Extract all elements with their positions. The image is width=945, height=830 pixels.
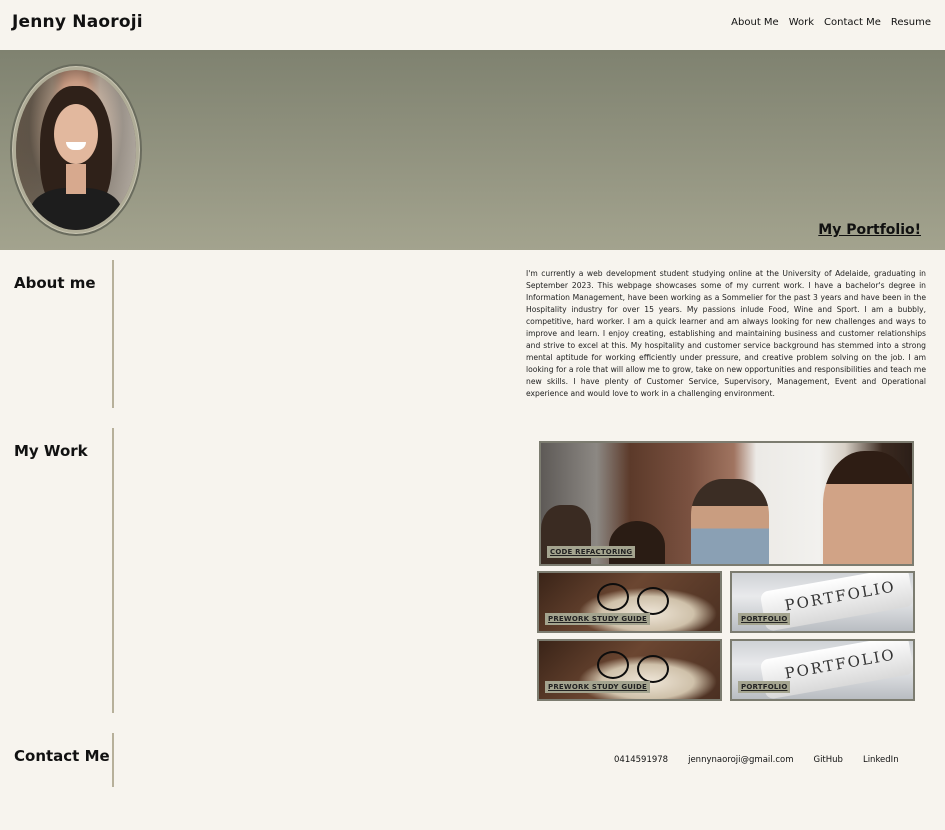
project-tile-portfolio-2[interactable]: PORTFOLIO PORTFOLIO <box>730 639 915 701</box>
phone-link[interactable]: 0414591978 <box>614 755 668 765</box>
project-tile-portfolio[interactable]: PORTFOLIO PORTFOLIO <box>730 571 915 633</box>
github-link[interactable]: GitHub <box>813 755 842 765</box>
project-tile-prework-study-guide-2[interactable]: PREWORK STUDY GUIDE <box>537 639 722 701</box>
about-divider <box>112 260 114 408</box>
about-me-heading: About me <box>14 274 96 292</box>
site-brand[interactable]: Jenny Naoroji <box>12 12 143 32</box>
top-navigation-bar: Jenny Naoroji About Me Work Contact Me R… <box>0 0 945 50</box>
work-divider <box>112 428 114 713</box>
project-tile-prework-study-guide[interactable]: PREWORK STUDY GUIDE <box>537 571 722 633</box>
about-me-text: I'm currently a web development student … <box>526 269 926 398</box>
project-label: PORTFOLIO <box>738 681 791 693</box>
contact-me-heading: Contact Me <box>14 747 110 765</box>
nav-about-me-link[interactable]: About Me <box>731 17 779 28</box>
project-tile-code-refactoring[interactable]: CODE REFACTORING <box>539 441 914 566</box>
portfolio-title-link[interactable]: My Portfolio! <box>818 222 921 238</box>
email-link[interactable]: jennynaoroji@gmail.com <box>688 755 793 765</box>
nav-work-link[interactable]: Work <box>789 17 814 28</box>
project-label: PREWORK STUDY GUIDE <box>545 613 650 625</box>
project-label: CODE REFACTORING <box>547 546 636 558</box>
contact-links: 0414591978 jennynaoroji@gmail.com GitHub… <box>614 755 899 765</box>
nav-contact-me-link[interactable]: Contact Me <box>824 17 881 28</box>
project-label: PREWORK STUDY GUIDE <box>545 681 650 693</box>
contact-divider <box>112 733 114 787</box>
main-nav: About Me Work Contact Me Resume <box>731 17 931 28</box>
project-label: PORTFOLIO <box>738 613 791 625</box>
nav-resume-link[interactable]: Resume <box>891 17 931 28</box>
profile-photo-frame <box>10 64 142 236</box>
hero-banner: My Portfolio! <box>0 50 945 250</box>
linkedin-link[interactable]: LinkedIn <box>863 755 899 765</box>
my-work-heading: My Work <box>14 442 88 460</box>
profile-photo <box>16 70 136 230</box>
